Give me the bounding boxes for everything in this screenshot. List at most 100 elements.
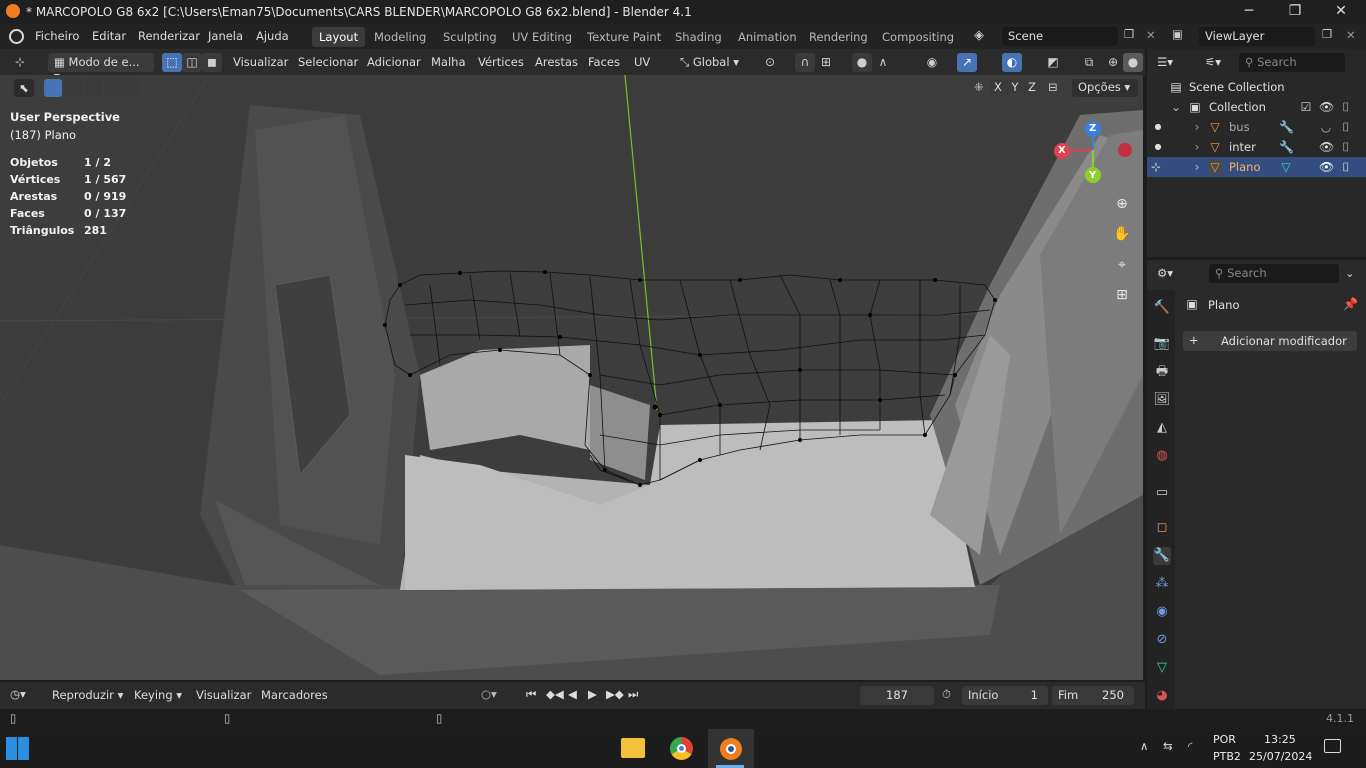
- clock-time[interactable]: 13:25: [1264, 733, 1296, 746]
- chevron-up-icon[interactable]: ∧: [1140, 739, 1148, 753]
- visibility-icon[interactable]: ◉: [922, 53, 942, 72]
- modifier-tab-icon[interactable]: 🔧: [1153, 547, 1171, 565]
- menu-faces[interactable]: Faces: [582, 53, 626, 72]
- particles-tab-icon[interactable]: ⁂: [1153, 575, 1171, 593]
- minimize-button[interactable]: ─: [1229, 2, 1269, 22]
- wifi-icon[interactable]: ◜: [1188, 739, 1192, 753]
- tab-sculpting[interactable]: Sculpting: [436, 27, 504, 47]
- chevron-right-icon[interactable]: ›: [1190, 120, 1204, 134]
- eye-icon[interactable]: 👁: [1319, 160, 1334, 174]
- tab-shading[interactable]: Shading: [668, 27, 729, 47]
- snap-target-icon[interactable]: ⊞: [816, 53, 836, 72]
- viewlayer-icon[interactable]: ▣: [1172, 27, 1183, 41]
- remove-scene-icon[interactable]: ✕: [1146, 28, 1156, 42]
- chevron-right-icon[interactable]: ›: [1190, 140, 1204, 154]
- tool-tab-icon[interactable]: 🔨: [1153, 299, 1171, 317]
- outliner-row-inter[interactable]: ● › ▽ inter 🔧 👁 ⌷: [1147, 137, 1366, 157]
- face-select-icon[interactable]: ◼: [202, 53, 222, 72]
- play-reverse-icon[interactable]: ◀: [568, 687, 577, 701]
- menu-renderizar[interactable]: Renderizar: [138, 29, 200, 43]
- eye-icon[interactable]: 👁: [1319, 140, 1334, 154]
- scene-icon[interactable]: ◈: [974, 28, 984, 43]
- scene-tab-icon[interactable]: ◭: [1153, 419, 1171, 437]
- wrench-icon[interactable]: 🔧: [1279, 120, 1294, 134]
- camera-icon[interactable]: ⌷: [1339, 120, 1353, 134]
- vertex-select-icon[interactable]: ⬚: [162, 53, 182, 72]
- camera-icon[interactable]: ⌷: [1339, 100, 1353, 114]
- outliner-search-input[interactable]: ⚲ Search: [1239, 53, 1345, 72]
- timeline-view-menu[interactable]: Visualizar: [196, 688, 251, 702]
- scene-collection-label[interactable]: Scene Collection: [1189, 80, 1285, 94]
- mirror-icon[interactable]: ⁜: [974, 80, 984, 94]
- outliner-editor-icon[interactable]: ☰▾: [1157, 55, 1173, 69]
- mirror-axis-y[interactable]: Y: [1007, 80, 1023, 94]
- collection-label[interactable]: Collection: [1209, 100, 1266, 114]
- mode-dropdown[interactable]: ▦ Modo de e... ▾: [48, 53, 154, 83]
- camera-icon[interactable]: ⌷: [1339, 160, 1353, 174]
- select-extend-icon[interactable]: [64, 79, 82, 97]
- mesh-data-icon[interactable]: ▽: [1279, 160, 1293, 174]
- object-name-plano[interactable]: Plano: [1229, 160, 1261, 174]
- data-tab-icon[interactable]: ▽: [1153, 659, 1171, 677]
- mirror-axis-z[interactable]: Z: [1024, 80, 1040, 94]
- end-frame-field[interactable]: Fim 250: [1052, 686, 1134, 705]
- wireframe-shading-icon[interactable]: ⊕: [1103, 53, 1123, 72]
- scene-field[interactable]: Scene: [1002, 27, 1118, 46]
- jump-keyframe-back-icon[interactable]: ◆◀: [546, 687, 564, 701]
- edge-select-icon[interactable]: ◫: [182, 53, 202, 72]
- object-name-bus[interactable]: bus: [1229, 120, 1250, 134]
- chevron-right-icon[interactable]: ›: [1190, 160, 1204, 174]
- eye-closed-icon[interactable]: ◡: [1319, 120, 1333, 134]
- file-explorer-icon[interactable]: [621, 738, 645, 758]
- options-dropdown[interactable]: Opções ▾: [1072, 79, 1138, 97]
- viewlayer-field[interactable]: ViewLayer: [1199, 27, 1315, 46]
- timeline-markers-menu[interactable]: Marcadores: [261, 688, 328, 702]
- snap-icon[interactable]: ∩: [795, 53, 815, 72]
- select-tool-icon[interactable]: ⬉: [14, 79, 34, 97]
- new-viewlayer-icon[interactable]: ❐: [1322, 27, 1332, 41]
- menu-janela[interactable]: Janela: [208, 29, 243, 43]
- select-intersect-icon[interactable]: [122, 79, 140, 97]
- object-tab-icon[interactable]: ◻: [1153, 519, 1171, 537]
- proportional-editing-icon[interactable]: ●: [852, 53, 872, 72]
- keyboard-layout[interactable]: PTB2: [1213, 750, 1241, 763]
- physics-tab-icon[interactable]: ◉: [1153, 603, 1171, 621]
- gizmo-toggle-icon[interactable]: ↗: [957, 53, 977, 72]
- remove-viewlayer-icon[interactable]: ✕: [1346, 28, 1356, 42]
- menu-ajuda[interactable]: Ajuda: [256, 29, 289, 43]
- 3d-viewport[interactable]: User Perspective (187) Plano Objetos 1 /…: [0, 75, 1143, 680]
- transform-orientation-dropdown[interactable]: ⤡ Global ▾: [674, 53, 754, 72]
- view-layer-tab-icon[interactable]: 🖼: [1153, 391, 1171, 409]
- pin-icon[interactable]: 📌: [1343, 297, 1358, 311]
- falloff-icon[interactable]: ∧: [873, 53, 893, 72]
- output-tab-icon[interactable]: 🖶: [1153, 363, 1171, 381]
- play-icon[interactable]: ▶: [588, 687, 597, 701]
- close-button[interactable]: ✕: [1321, 2, 1361, 22]
- overlay-toggle-icon[interactable]: ◐: [1002, 53, 1022, 72]
- current-frame-field[interactable]: 187: [860, 686, 934, 705]
- properties-search-input[interactable]: ⚲ Search: [1209, 264, 1339, 283]
- keying-dropdown[interactable]: Keying ▾: [134, 688, 182, 702]
- menu-malha[interactable]: Malha: [425, 53, 472, 72]
- collection-tab-icon[interactable]: ▭: [1153, 484, 1171, 502]
- tab-compositing[interactable]: Compositing: [875, 27, 961, 47]
- tab-rendering[interactable]: Rendering: [802, 27, 875, 47]
- keyboard-lang[interactable]: POR: [1213, 733, 1236, 746]
- network-share-icon[interactable]: ⇆: [1163, 739, 1173, 753]
- object-name-inter[interactable]: inter: [1229, 140, 1256, 154]
- zoom-icon[interactable]: ⊕: [1110, 193, 1134, 217]
- tab-animation[interactable]: Animation: [731, 27, 804, 47]
- mirror-axis-x[interactable]: X: [990, 80, 1006, 94]
- gizmo-negative-x[interactable]: [1118, 143, 1132, 157]
- perspective-toggle-icon[interactable]: ⊞: [1110, 284, 1134, 308]
- windows-start-icon[interactable]: [6, 737, 29, 760]
- jump-keyframe-forward-icon[interactable]: ▶◆: [606, 687, 624, 701]
- chevron-down-icon[interactable]: ⌄: [1345, 266, 1355, 280]
- editor-type-icon[interactable]: ⊹: [10, 53, 30, 72]
- world-tab-icon[interactable]: ◍: [1153, 447, 1171, 465]
- select-invert-icon[interactable]: [104, 79, 122, 97]
- menu-arestas[interactable]: Arestas: [529, 53, 584, 72]
- pan-hand-icon[interactable]: ✋: [1110, 223, 1134, 247]
- tab-modeling[interactable]: Modeling: [367, 27, 433, 47]
- stopwatch-icon[interactable]: ⏱: [942, 687, 951, 702]
